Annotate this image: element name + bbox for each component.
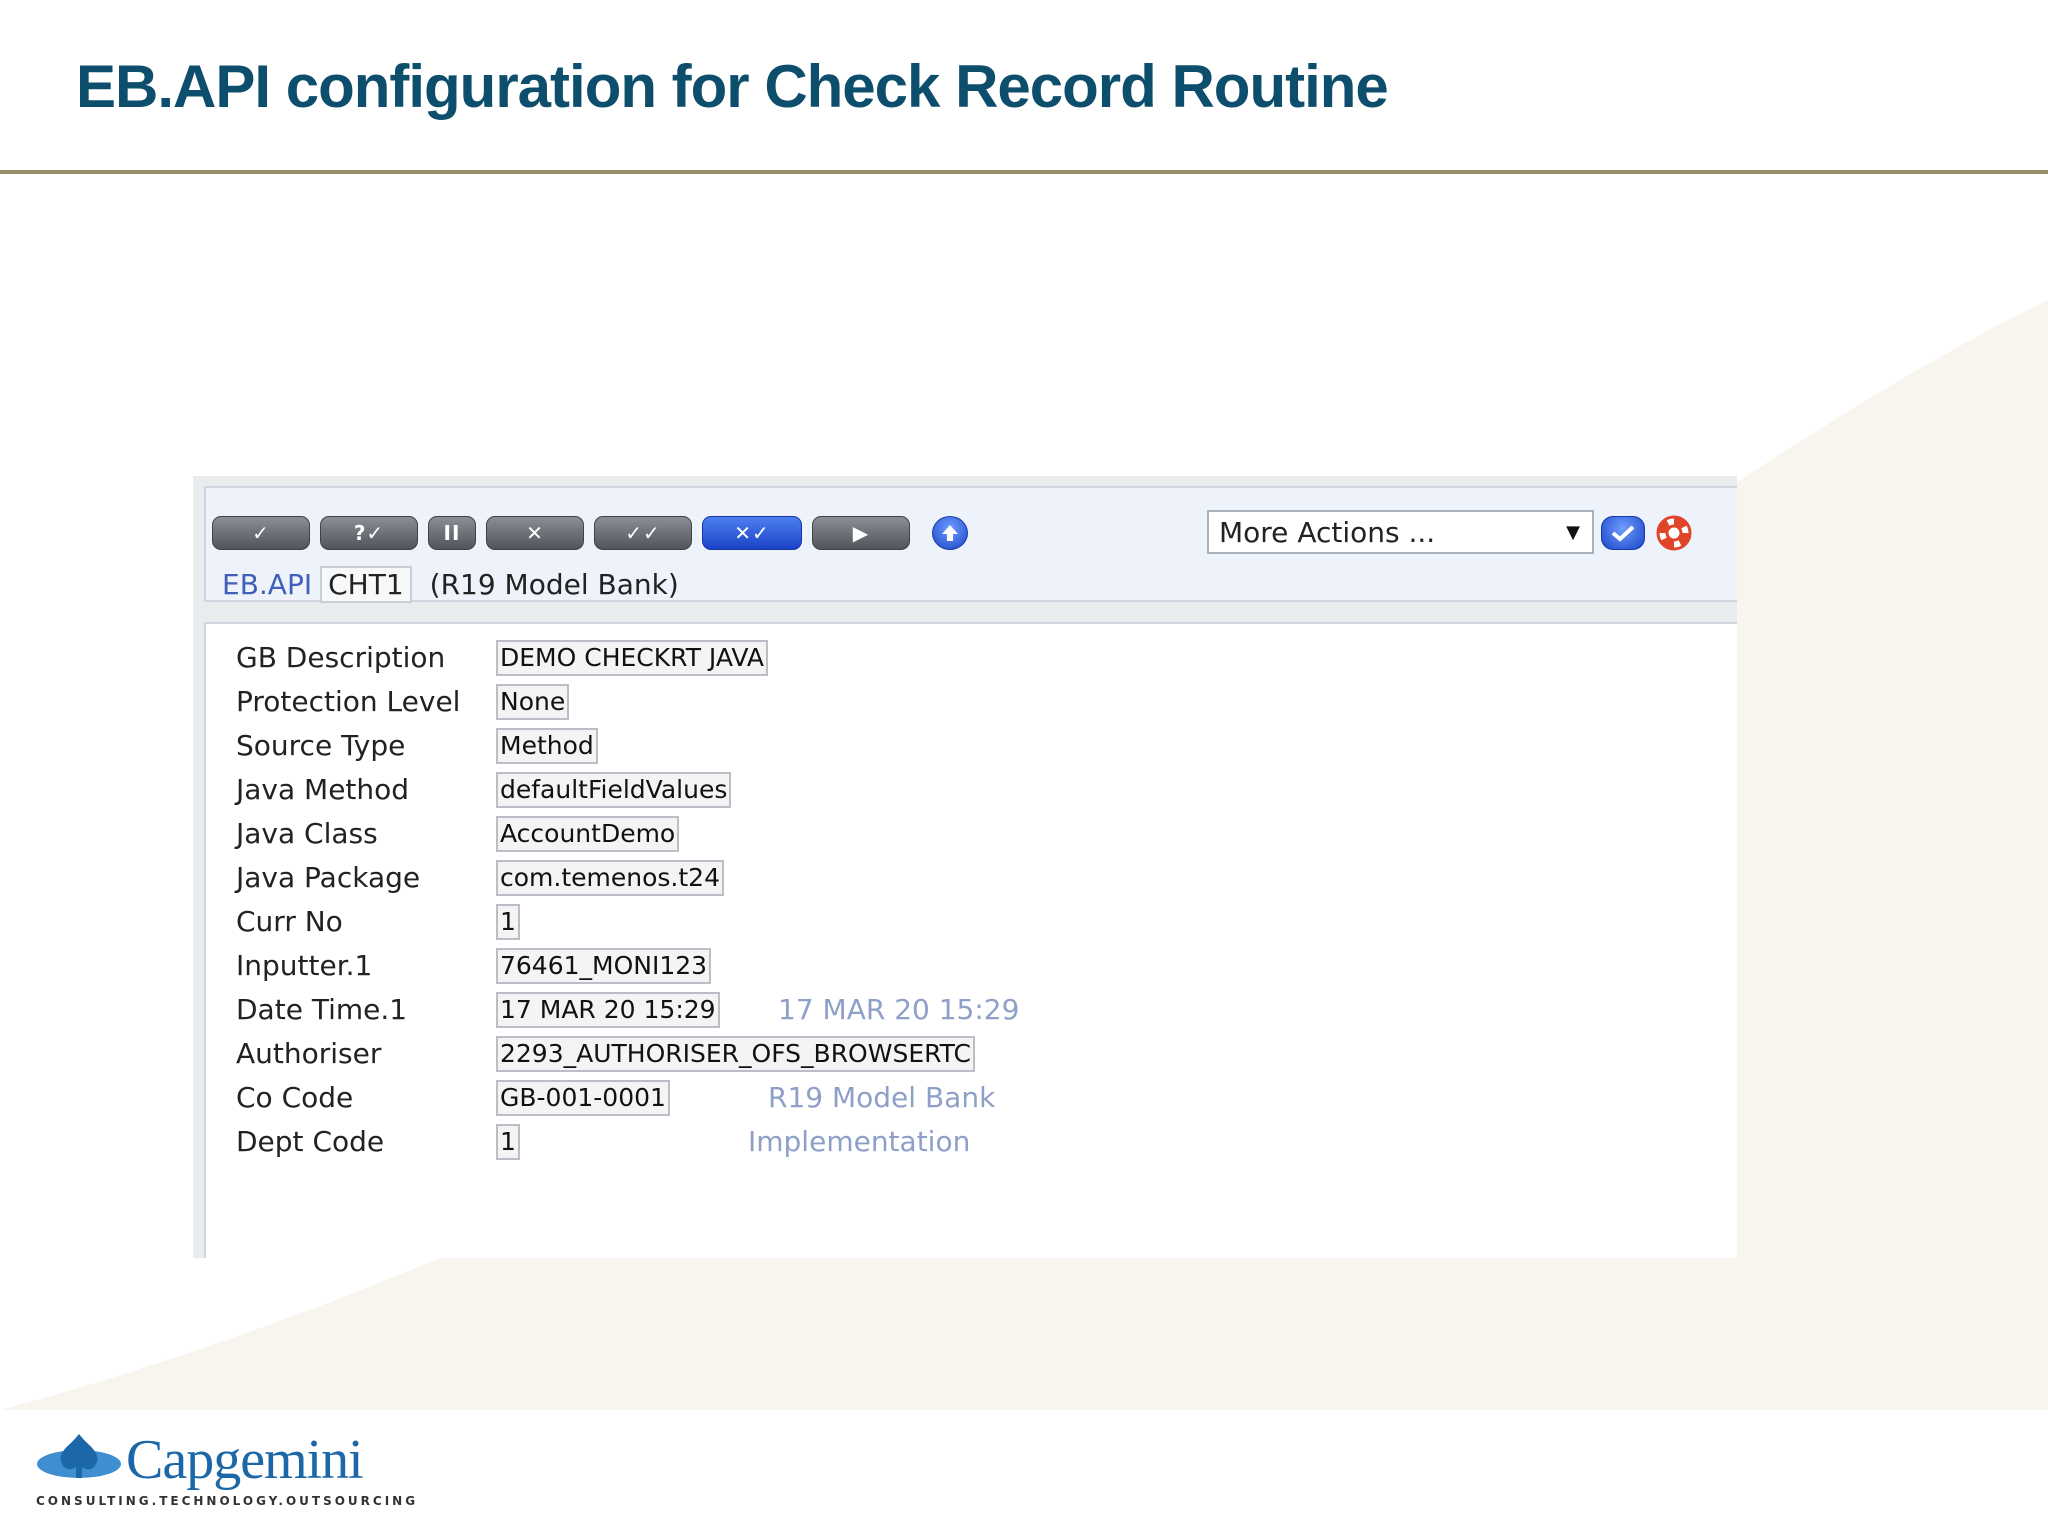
field-value-co-code[interactable]: GB-001-0001 <box>496 1080 670 1116</box>
next-icon: ▶ <box>852 521 870 545</box>
field-label-authoriser: Authoriser <box>236 1037 382 1070</box>
reverse-button[interactable]: ✕✓ <box>702 516 802 550</box>
field-value-inputter[interactable]: 76461_MONI123 <box>496 948 712 984</box>
date-time-enrichment: 17 MAR 20 15:29 <box>778 993 1020 1026</box>
go-button[interactable] <box>1601 516 1645 550</box>
field-label-co-code: Co Code <box>236 1081 354 1114</box>
upload-button[interactable] <box>932 516 968 550</box>
field-label-java-package: Java Package <box>236 861 421 894</box>
field-value-date-time[interactable]: 17 MAR 20 15:29 <box>496 992 720 1028</box>
more-actions-label: More Actions ... <box>1219 515 1436 549</box>
commit-icon: ✓ <box>252 521 270 545</box>
authorise-button[interactable]: ✓✓ <box>594 516 692 550</box>
field-value-java-package[interactable]: com.temenos.t24 <box>496 860 724 896</box>
field-label-inputter: Inputter.1 <box>236 949 373 982</box>
reverse-icon: ✕✓ <box>734 521 770 545</box>
application-name: EB.API <box>222 567 313 601</box>
field-label-java-class: Java Class <box>236 817 378 850</box>
field-value-protection-level[interactable]: None <box>496 684 570 720</box>
field-label-dept-code: Dept Code <box>236 1125 385 1158</box>
record-header: EB.API CHT1 (R19 Model Bank) <box>222 565 679 603</box>
check-icon <box>1611 525 1635 542</box>
field-value-gb-description[interactable]: DEMO CHECKRT JAVA <box>496 640 768 676</box>
validate-icon: ?✓ <box>353 521 385 545</box>
toolbar: ✓ ?✓ II ✕ ✓✓ ✕✓ ▶ More Actions ... ▼ EB.… <box>204 486 1737 603</box>
logo-tagline: CONSULTING.TECHNOLOGY.OUTSOURCING <box>36 1494 419 1508</box>
hold-icon: II <box>443 521 461 545</box>
co-code-enrichment: R19 Model Bank <box>768 1081 996 1114</box>
lifebuoy-icon <box>1656 515 1692 551</box>
delete-icon: ✕ <box>526 521 544 545</box>
authorise-icon: ✓✓ <box>625 521 661 545</box>
field-value-java-method[interactable]: defaultFieldValues <box>496 772 732 808</box>
field-label-protection-level: Protection Level <box>236 685 461 718</box>
record-id-field[interactable]: CHT1 <box>320 565 412 603</box>
slide-title: EB.API configuration for Check Record Ro… <box>76 53 1389 120</box>
capgemini-logo: Capgemini CONSULTING.TECHNOLOGY.OUTSOURC… <box>36 1428 415 1512</box>
more-actions-select[interactable]: More Actions ... ▼ <box>1207 510 1594 554</box>
field-label-date-time: Date Time.1 <box>236 993 408 1026</box>
dept-code-enrichment: Implementation <box>748 1125 971 1158</box>
title-divider <box>0 170 2048 174</box>
field-label-gb-description: GB Description <box>236 641 446 674</box>
help-button[interactable] <box>1654 515 1694 551</box>
validate-button[interactable]: ?✓ <box>320 516 418 550</box>
delete-button[interactable]: ✕ <box>486 516 584 550</box>
field-label-java-method: Java Method <box>236 773 410 806</box>
field-value-dept-code[interactable]: 1 <box>496 1124 520 1160</box>
next-button[interactable]: ▶ <box>812 516 910 550</box>
record-form: GB Description DEMO CHECKRT JAVA Protect… <box>204 622 1737 1258</box>
hold-button[interactable]: II <box>428 516 476 550</box>
field-value-authoriser[interactable]: 2293_AUTHORISER_OFS_BROWSERTC <box>496 1036 975 1072</box>
field-label-source-type: Source Type <box>236 729 406 762</box>
field-label-curr-no: Curr No <box>236 905 343 938</box>
field-value-source-type[interactable]: Method <box>496 728 598 764</box>
spade-logo-icon <box>37 1434 121 1478</box>
dropdown-arrow-icon: ▼ <box>1566 522 1580 543</box>
field-value-curr-no[interactable]: 1 <box>496 904 520 940</box>
t24-screenshot-panel: ✓ ?✓ II ✕ ✓✓ ✕✓ ▶ More Actions ... ▼ EB.… <box>193 476 1737 1258</box>
company-name: (R19 Model Bank) <box>429 567 679 601</box>
commit-button[interactable]: ✓ <box>212 516 310 550</box>
up-arrow-icon <box>942 525 958 541</box>
field-value-java-class[interactable]: AccountDemo <box>496 816 680 852</box>
logo-wordmark: Capgemini <box>126 1429 364 1491</box>
